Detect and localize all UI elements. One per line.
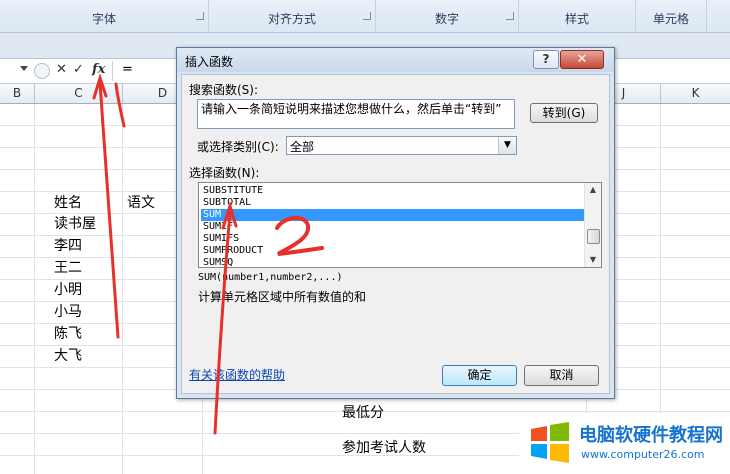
annotation-arrow-1-shaft [98,80,120,339]
windows-logo-icon [531,422,569,463]
annotation-arrow-2-shaft [213,210,232,435]
annotation-number-2 [275,216,324,256]
annotation-number-1 [114,82,126,128]
watermark: 电脑软硬件教程网 www.computer26.com [519,413,730,474]
watermark-url: www.computer26.com [581,448,705,461]
watermark-title: 电脑软硬件教程网 [579,425,723,446]
annotation-overlay [92,73,324,435]
